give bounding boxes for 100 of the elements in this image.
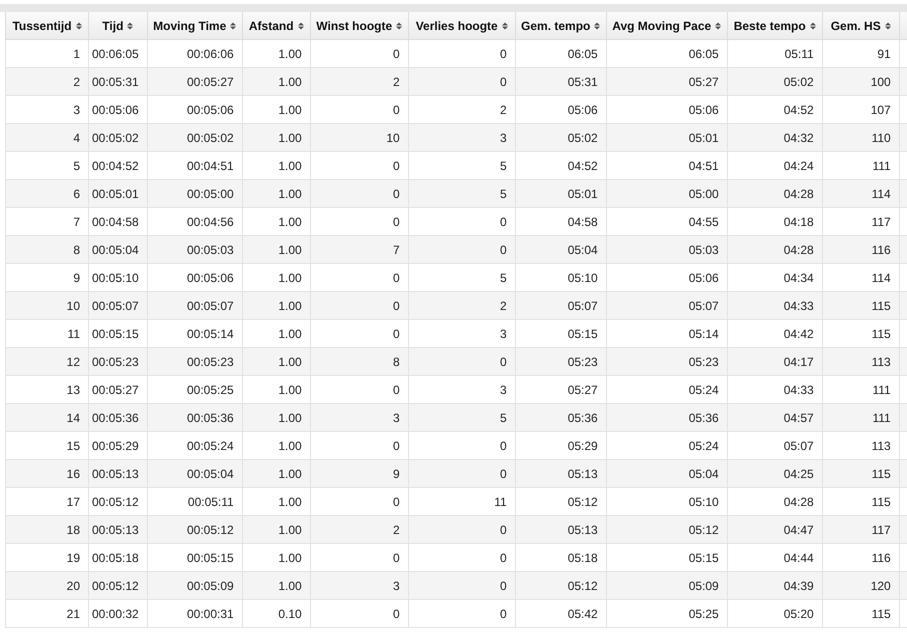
table-cell: 00:05:29: [88, 432, 148, 460]
table-cell: 05:01: [515, 180, 606, 208]
table-cell: 06:05: [515, 40, 606, 68]
table-cell: 05:27: [515, 376, 606, 404]
table-cell: 00:05:36: [147, 404, 242, 432]
table-cell: 5: [408, 180, 516, 208]
table-cell: 0: [408, 40, 516, 68]
table-cell: 05:14: [606, 320, 728, 348]
column-header[interactable]: Moving Time: [147, 12, 242, 40]
table-cell: 00:04:58: [88, 208, 148, 236]
table-cell: 05:06: [606, 96, 728, 124]
table-cell: 1.00: [242, 180, 310, 208]
column-header[interactable]: Avg Moving Pace: [606, 12, 728, 40]
table-cell: 05:04: [606, 460, 728, 488]
table-cell: 00:05:02: [88, 124, 148, 152]
column-header[interactable]: Tussentijd: [6, 12, 88, 40]
table-cell: 00:05:12: [88, 488, 148, 516]
table-cell: 3: [408, 124, 516, 152]
table-cell: 116: [822, 544, 900, 572]
table-cell: 2: [310, 516, 408, 544]
table-cell: 00:05:31: [88, 68, 148, 96]
table-cell: 2: [310, 68, 408, 96]
table-cell: 06:05: [606, 40, 728, 68]
table-cell: 04:47: [727, 516, 822, 544]
table-cell: 1.00: [242, 264, 310, 292]
table-cell: 21: [6, 600, 88, 628]
table-cell: 00:04:56: [147, 208, 242, 236]
table-cell: 1: [6, 40, 88, 68]
table-cell: 00:05:04: [147, 460, 242, 488]
table-cell: 1.00: [242, 432, 310, 460]
table-cell: 05:24: [606, 432, 728, 460]
column-header[interactable]: Gem. HS: [822, 12, 900, 40]
sort-icon: [594, 22, 600, 30]
table-cell: 5: [408, 404, 516, 432]
table-cell: 0: [408, 572, 516, 600]
table-cell: 04:52: [515, 152, 606, 180]
table-cell: 115: [822, 600, 900, 628]
table-cell: 117: [822, 516, 900, 544]
table-cell: 5: [6, 152, 88, 180]
table-cell: 00:06:05: [88, 40, 148, 68]
sort-icon: [810, 22, 816, 30]
sort-icon: [884, 22, 891, 30]
table-cell: 0: [408, 68, 516, 96]
table-cell: 00:05:01: [88, 180, 148, 208]
table-cell: 05:12: [515, 572, 606, 600]
table-cell: 1.00: [242, 516, 310, 544]
table-cell: 00:00:32: [88, 600, 148, 628]
table-cell: 7: [6, 208, 88, 236]
table-cell: 00:05:06: [147, 264, 242, 292]
column-header[interactable]: Tijd: [88, 12, 148, 40]
table-cell: 00:05:07: [147, 292, 242, 320]
table-cell: 3: [310, 572, 408, 600]
table-cell: 05:10: [606, 488, 728, 516]
table-cell: 00:05:00: [147, 180, 242, 208]
table-cell: 1.00: [242, 320, 310, 348]
table-cell: 05:01: [606, 124, 728, 152]
table-cell: 15: [6, 432, 88, 460]
table-cell: 0: [408, 516, 516, 544]
table-cell: 18: [6, 516, 88, 544]
column-header[interactable]: Beste tempo: [727, 12, 822, 40]
table-cell: 00:05:27: [88, 376, 148, 404]
table-cell: 05:36: [606, 404, 728, 432]
table-cell: 114: [822, 180, 900, 208]
table-cell: 1.00: [242, 544, 310, 572]
table-cell: 05:00: [606, 180, 728, 208]
table-cell: 5: [408, 264, 516, 292]
table-cell: 05:03: [606, 236, 728, 264]
table-cell: 05:25: [606, 600, 728, 628]
table-cell: 05:13: [515, 516, 606, 544]
table-cell: 05:29: [515, 432, 606, 460]
table-cell: 0: [408, 432, 516, 460]
column-header[interactable]: Verlies hoogte: [408, 12, 516, 40]
table-cell: 0: [310, 180, 408, 208]
table-cell: 2: [6, 68, 88, 96]
sort-icon: [230, 22, 236, 30]
table-cell: 3: [6, 96, 88, 124]
table-cell: 0: [310, 152, 408, 180]
table-cell: 04:24: [727, 152, 822, 180]
table-cell: 00:05:25: [147, 376, 242, 404]
table-cell: 0: [310, 292, 408, 320]
table-cell: 1.00: [242, 348, 310, 376]
table-cell: 05:36: [515, 404, 606, 432]
sort-icon: [502, 22, 508, 30]
table-cell: 113: [822, 348, 900, 376]
table-cell: 0.10: [242, 600, 310, 628]
table-cell: 19: [6, 544, 88, 572]
table-cell: 0: [408, 236, 516, 264]
table-cell: 05:12: [515, 488, 606, 516]
table-cell: 00:05:24: [147, 432, 242, 460]
table-cell: 04:51: [606, 152, 728, 180]
table-cell: 111: [822, 404, 900, 432]
table-cell: 00:05:07: [88, 292, 148, 320]
column-header[interactable]: Afstand: [242, 12, 310, 40]
column-header[interactable]: Gem. tempo: [515, 12, 606, 40]
table-cell: 05:27: [606, 68, 728, 96]
column-header[interactable]: Winst hoogte: [310, 12, 408, 40]
table-cell: 111: [822, 376, 900, 404]
table-cell: 05:10: [515, 264, 606, 292]
table-cell: 1.00: [242, 68, 310, 96]
table-cell: 5: [408, 152, 516, 180]
